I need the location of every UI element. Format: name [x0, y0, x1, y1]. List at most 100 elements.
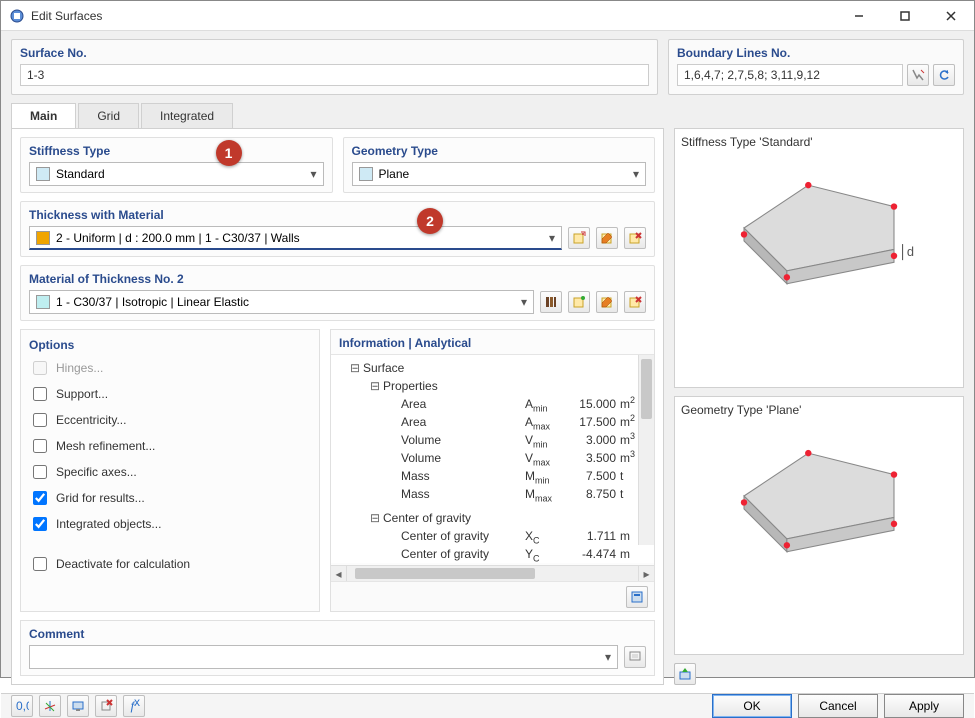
units-button[interactable]: 0,00 — [11, 695, 33, 717]
thickness-new-button[interactable] — [568, 227, 590, 249]
stiffness-label: Stiffness Type — [29, 144, 324, 158]
tab-grid[interactable]: Grid — [78, 103, 139, 128]
thickness-color-chip — [36, 231, 50, 245]
comment-pick-button[interactable] — [624, 646, 646, 668]
boundary-input[interactable]: 1,6,4,7; 2,7,5,8; 3,11,9,12 — [677, 64, 903, 86]
annotation-badge-1: 1 — [216, 140, 242, 166]
tab-integrated[interactable]: Integrated — [141, 103, 233, 128]
tool-axes-button[interactable] — [39, 695, 61, 717]
tool-delete-button[interactable] — [95, 695, 117, 717]
titlebar: Edit Surfaces — [1, 1, 974, 31]
geometry-group: Geometry Type Plane ▾ — [343, 137, 656, 193]
material-label: Material of Thickness No. 2 — [29, 272, 646, 286]
stiffness-color-chip — [36, 167, 50, 181]
material-edit-button[interactable] — [596, 291, 618, 313]
ok-button[interactable]: OK — [712, 694, 792, 718]
stiffness-select[interactable]: Standard ▾ — [29, 162, 324, 186]
thickness-group: 2 Thickness with Material 2 - Uniform | … — [20, 201, 655, 257]
material-select[interactable]: 1 - C30/37 | Isotropic | Linear Elastic … — [29, 290, 534, 314]
minimize-button[interactable] — [836, 1, 882, 31]
main-panel: 1 Stiffness Type Standard ▾ Geometry Typ… — [11, 128, 664, 685]
geometry-select[interactable]: Plane ▾ — [352, 162, 647, 186]
lower-row: Options Hinges... Support... Eccentricit… — [20, 329, 655, 612]
option-integrated[interactable]: Integrated objects... — [29, 514, 311, 534]
geometry-preview: Geometry Type 'Plane' — [674, 396, 964, 656]
info-scrollbar-horizontal[interactable]: ◂▸ — [331, 565, 654, 581]
pick-lines-button[interactable] — [907, 64, 929, 86]
info-cog-row: Center of gravityYC-4.474m — [335, 545, 650, 563]
option-axes[interactable]: Specific axes... — [29, 462, 311, 482]
option-support[interactable]: Support... — [29, 384, 311, 404]
option-eccentricity[interactable]: Eccentricity... — [29, 410, 311, 430]
preview-settings-button[interactable] — [674, 663, 696, 685]
comment-input[interactable]: ▾ — [29, 645, 618, 669]
material-group: Material of Thickness No. 2 1 - C30/37 |… — [20, 265, 655, 321]
annotation-badge-2: 2 — [417, 208, 443, 234]
chevron-down-icon: ▾ — [310, 167, 316, 181]
apply-button[interactable]: Apply — [884, 694, 964, 718]
geometry-color-chip — [359, 167, 373, 181]
stiffness-group: 1 Stiffness Type Standard ▾ — [20, 137, 333, 193]
geometry-preview-label: Geometry Type 'Plane' — [681, 403, 957, 417]
surface-no-label: Surface No. — [20, 46, 649, 60]
reverse-button[interactable] — [933, 64, 955, 86]
chevron-down-icon: ▾ — [605, 650, 611, 664]
thickness-delete-button[interactable] — [624, 227, 646, 249]
geometry-label: Geometry Type — [352, 144, 647, 158]
info-pane: Information | Analytical ⊟Surface ⊟Prope… — [330, 329, 655, 612]
dialog-window: Edit Surfaces Surface No. 1-3 Boundary L… — [0, 0, 975, 678]
dialog-footer: 0,00 ƒx OK Cancel Apply — [1, 693, 974, 718]
info-tree[interactable]: ⊟Surface ⊟Properties AreaAmin15.000m2Are… — [331, 354, 654, 563]
boundary-group: Boundary Lines No. 1,6,4,7; 2,7,5,8; 3,1… — [668, 39, 964, 95]
material-color-chip — [36, 295, 50, 309]
info-property-row: VolumeVmin3.000m3 — [335, 431, 650, 449]
options-label: Options — [29, 338, 311, 352]
close-button[interactable] — [928, 1, 974, 31]
info-property-row: VolumeVmax3.500m3 — [335, 449, 650, 467]
options-pane: Options Hinges... Support... Eccentricit… — [20, 329, 320, 612]
info-header: Information | Analytical — [331, 330, 654, 354]
info-cog-row: Center of gravityXC1.711m — [335, 527, 650, 545]
comment-group: Comment ▾ — [20, 620, 655, 676]
header-row: Surface No. 1-3 Boundary Lines No. 1,6,4… — [1, 31, 974, 95]
chevron-down-icon: ▾ — [521, 295, 527, 309]
material-new-button[interactable] — [568, 291, 590, 313]
thickness-select[interactable]: 2 - Uniform | d : 200.0 mm | 1 - C30/37 … — [29, 226, 562, 250]
tool-function-button[interactable]: ƒx — [123, 695, 145, 717]
svg-text:x: x — [134, 699, 140, 709]
chevron-down-icon: ▾ — [549, 231, 555, 245]
info-toggle-button[interactable] — [626, 586, 648, 608]
maximize-button[interactable] — [882, 1, 928, 31]
info-scrollbar-vertical[interactable] — [638, 355, 654, 545]
material-delete-button[interactable] — [624, 291, 646, 313]
svg-text:0,00: 0,00 — [16, 699, 29, 713]
tool-display-button[interactable] — [67, 695, 89, 717]
geometry-preview-image — [681, 421, 957, 571]
option-grid-results[interactable]: Grid for results... — [29, 488, 311, 508]
tab-strip: Main Grid Integrated — [11, 103, 964, 128]
thickness-edit-button[interactable] — [596, 227, 618, 249]
window-title: Edit Surfaces — [31, 9, 836, 23]
cancel-button[interactable]: Cancel — [798, 694, 878, 718]
surface-no-group: Surface No. 1-3 — [11, 39, 658, 95]
thickness-label: Thickness with Material — [29, 208, 646, 222]
comment-label: Comment — [29, 627, 646, 641]
material-library-button[interactable] — [540, 291, 562, 313]
info-property-row: MassMmax8.750t — [335, 485, 650, 503]
option-hinges: Hinges... — [29, 358, 311, 378]
dialog-body: 1 Stiffness Type Standard ▾ Geometry Typ… — [1, 128, 974, 693]
stiffness-preview: Stiffness Type 'Standard' d — [674, 128, 964, 388]
boundary-label: Boundary Lines No. — [677, 46, 955, 60]
stiffness-preview-label: Stiffness Type 'Standard' — [681, 135, 957, 149]
info-property-row: MassMmin7.500t — [335, 467, 650, 485]
tab-main[interactable]: Main — [11, 103, 76, 128]
option-mesh[interactable]: Mesh refinement... — [29, 436, 311, 456]
info-property-row: AreaAmax17.500m2 — [335, 413, 650, 431]
preview-column: Stiffness Type 'Standard' d Geometry Typ… — [674, 128, 964, 685]
option-deactivate[interactable]: Deactivate for calculation — [29, 554, 311, 574]
info-property-row: AreaAmin15.000m2 — [335, 395, 650, 413]
surface-no-input[interactable]: 1-3 — [20, 64, 649, 86]
svg-text:d: d — [907, 244, 914, 259]
stiffness-preview-image: d — [681, 153, 957, 303]
chevron-down-icon: ▾ — [633, 167, 639, 181]
